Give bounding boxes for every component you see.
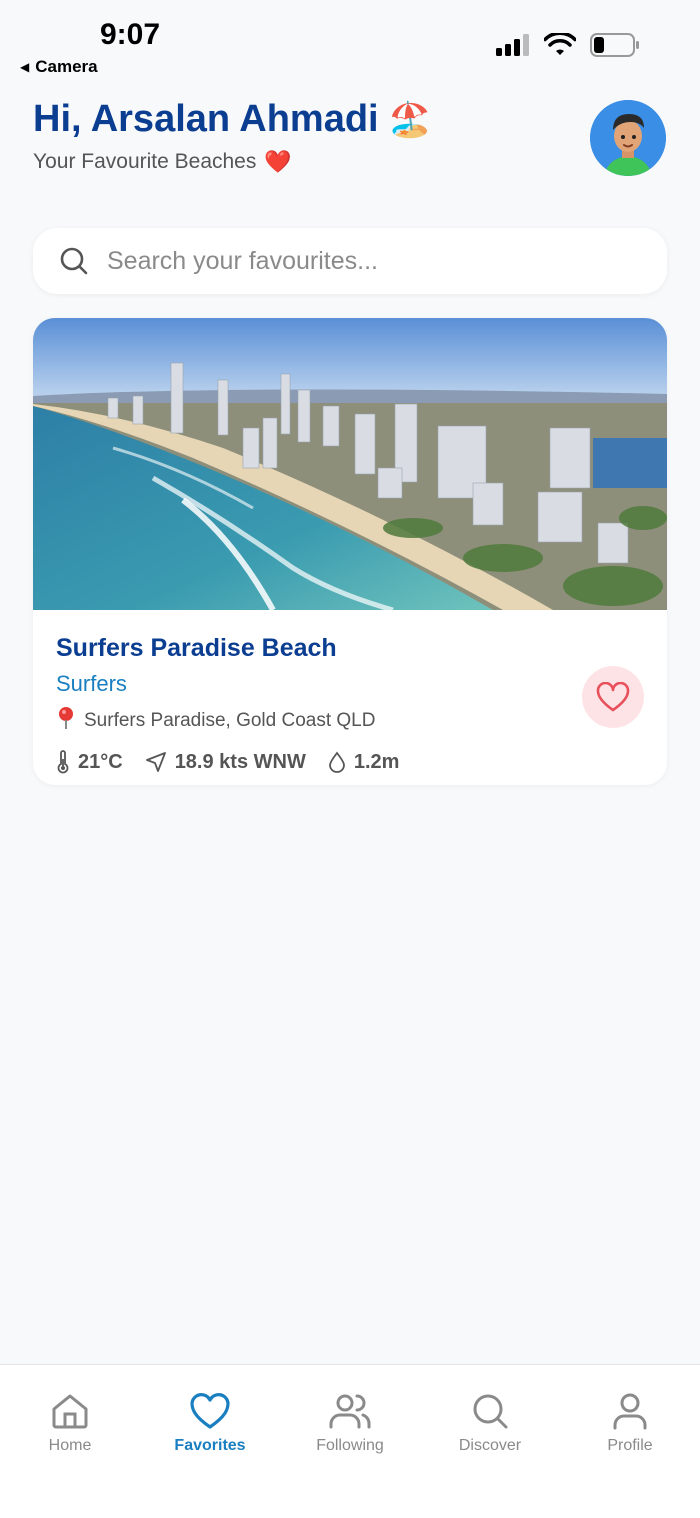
battery-icon xyxy=(590,33,639,57)
wifi-icon xyxy=(544,33,576,55)
tab-following[interactable]: Following xyxy=(280,1365,420,1518)
tab-home-label: Home xyxy=(48,1437,92,1454)
thermometer-icon xyxy=(57,750,69,774)
back-label: Camera xyxy=(35,57,98,76)
back-triangle-icon: ◀ xyxy=(20,60,30,74)
home-icon xyxy=(52,1394,88,1429)
wind-value: 18.9 kts WNW xyxy=(174,750,306,773)
swell-value: 1.2m xyxy=(353,750,400,773)
wind-direction-icon xyxy=(145,752,166,772)
search-input[interactable] xyxy=(105,245,629,277)
search-icon xyxy=(473,1394,508,1429)
greeting-block: Hi, Arsalan Ahmadi 🏖️ Your Favourite Bea… xyxy=(33,98,431,175)
status-time: 9:07 xyxy=(100,18,161,51)
tab-profile[interactable]: Profile xyxy=(560,1365,700,1518)
beach-umbrella-emoji: 🏖️ xyxy=(388,100,431,139)
page-subtitle: Your Favourite Beaches ❤️ xyxy=(33,149,431,175)
temperature-stat: 21°C xyxy=(56,750,123,774)
beach-stats: 21°C 18.9 kts WNW 1.2m xyxy=(56,750,421,774)
beach-location: Surfers Paradise, Gold Coast QLD xyxy=(56,706,421,736)
card-info: Surfers Paradise Beach Surfers Surfers P… xyxy=(56,634,421,774)
swell-stat: 1.2m xyxy=(328,750,400,774)
tab-home[interactable]: Home xyxy=(0,1365,140,1518)
tab-discover[interactable]: Discover xyxy=(420,1365,560,1518)
red-heart-emoji: ❤️ xyxy=(264,149,292,174)
tab-following-label: Following xyxy=(316,1437,384,1454)
wind-stat: 18.9 kts WNW xyxy=(145,751,306,774)
back-to-camera-link[interactable]: ◀ Camera xyxy=(20,57,98,77)
cellular-signal-icon xyxy=(496,34,529,56)
temperature-value: 21°C xyxy=(78,750,123,773)
subtitle-text: Your Favourite Beaches xyxy=(33,150,257,173)
beach-title[interactable]: Surfers Paradise Beach xyxy=(56,634,421,663)
heart-icon xyxy=(596,682,630,712)
bottom-tab-bar: Home Favorites Following Discover Profil… xyxy=(0,1364,700,1518)
users-icon xyxy=(329,1394,371,1429)
status-icons xyxy=(496,33,640,57)
tab-favorites-label: Favorites xyxy=(174,1437,246,1454)
heart-icon xyxy=(190,1393,230,1429)
status-bar: 9:07 ◀ Camera xyxy=(0,0,700,90)
beach-category: Surfers xyxy=(56,671,127,696)
location-text: Surfers Paradise, Gold Coast QLD xyxy=(84,710,376,731)
user-icon xyxy=(613,1393,647,1430)
greeting-text: Hi, Arsalan Ahmadi xyxy=(33,98,379,140)
location-pin-icon xyxy=(56,706,76,736)
avatar[interactable] xyxy=(590,100,666,176)
page-title: Hi, Arsalan Ahmadi 🏖️ xyxy=(33,98,431,141)
search-icon xyxy=(59,246,89,276)
search-bar[interactable] xyxy=(33,228,667,294)
favorite-toggle-button[interactable] xyxy=(582,666,644,728)
favorite-beach-card[interactable]: Surfers Paradise Beach Surfers Surfers P… xyxy=(33,318,667,785)
tab-discover-label: Discover xyxy=(458,1437,522,1454)
beach-photo xyxy=(33,318,667,610)
water-drop-icon xyxy=(328,751,345,773)
tab-profile-label: Profile xyxy=(607,1437,653,1454)
tab-favorites[interactable]: Favorites xyxy=(140,1365,280,1518)
avatar-illustration-icon xyxy=(590,100,666,176)
